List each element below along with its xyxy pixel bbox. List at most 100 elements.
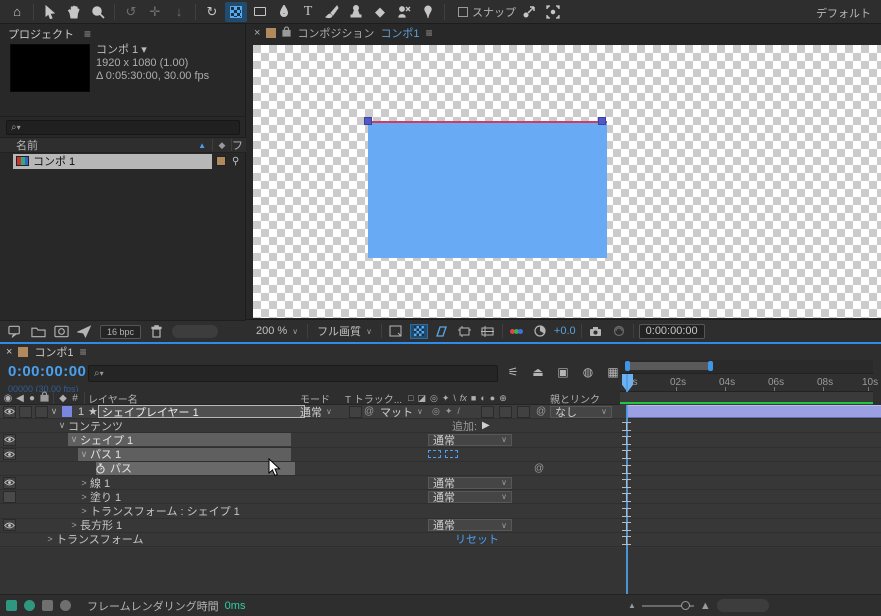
lock-column-icon[interactable]: [38, 391, 50, 405]
selection-tool-icon[interactable]: [39, 2, 61, 22]
layer-label-chip[interactable]: [62, 406, 72, 417]
eye-icon[interactable]: [3, 406, 16, 418]
twirl-closed-icon[interactable]: >: [44, 534, 56, 544]
audio-toggle[interactable]: [19, 406, 32, 418]
project-column-headers[interactable]: 名前 ▲ ◆ フ: [0, 138, 246, 153]
panel-menu-icon[interactable]: ≡: [80, 345, 87, 359]
zoom-tool-icon[interactable]: [87, 2, 109, 22]
graph-editor-icon[interactable]: ▦: [605, 365, 621, 379]
add-menu-icon[interactable]: ▶: [482, 420, 490, 431]
active-comp-name[interactable]: コンポ1: [380, 25, 419, 41]
twirl-closed-icon[interactable]: >: [68, 520, 80, 530]
composition-viewport[interactable]: [253, 45, 881, 318]
rotation-tool-icon[interactable]: ↻: [201, 2, 223, 22]
region-of-interest-icon[interactable]: [456, 324, 474, 339]
matte-pickwhip-icon[interactable]: @: [364, 406, 374, 417]
parent-pickwhip-icon[interactable]: @: [536, 406, 546, 417]
property-group-row[interactable]: > トランスフォーム リセット: [0, 533, 881, 547]
show-snapshot-icon[interactable]: [610, 324, 628, 339]
comp-info-name[interactable]: コンポ 1 ▾: [96, 44, 209, 57]
group-name[interactable]: トランスフォーム: [56, 531, 143, 547]
twirl-closed-icon[interactable]: >: [78, 492, 90, 502]
layer-row[interactable]: ∨ 1 ★ シェイプレイヤー 1 通常∨ @ マット∨ ◎✦/ @ なし∨: [0, 405, 881, 419]
roto-brush-tool-icon[interactable]: [393, 2, 415, 22]
navigator-end-handle[interactable]: [708, 361, 713, 371]
new-folder-icon[interactable]: [31, 325, 46, 338]
render-queue-icon[interactable]: [77, 325, 92, 338]
workspace-label[interactable]: デフォルト: [816, 5, 871, 21]
brush-tool-icon[interactable]: [321, 2, 343, 22]
group-blend-mode-dropdown[interactable]: 通常∨: [428, 434, 512, 446]
shape-rectangle[interactable]: [368, 121, 607, 258]
panel-menu-icon[interactable]: ≡: [426, 26, 433, 40]
frame-blending-icon[interactable]: ▣: [555, 365, 571, 379]
lock-icon[interactable]: [282, 26, 291, 40]
group-blend-mode-dropdown[interactable]: 通常∨: [428, 491, 512, 503]
timeline-tab-label[interactable]: コンポ1: [34, 344, 73, 360]
preview-timecode[interactable]: 0:00:00:00: [639, 324, 705, 339]
channel-icon[interactable]: [508, 324, 526, 339]
snapshot-icon[interactable]: [587, 324, 605, 339]
new-composition-icon[interactable]: [54, 325, 69, 338]
snap-toggle[interactable]: スナップ: [458, 4, 516, 20]
label-color-swatch[interactable]: [216, 156, 226, 166]
hand-tool-icon[interactable]: [63, 2, 85, 22]
trash-icon[interactable]: [149, 325, 164, 338]
project-item-row[interactable]: コンポ 1 ⚲: [0, 153, 246, 169]
timeline-empty-area[interactable]: [0, 548, 881, 594]
current-timecode[interactable]: 0:00:00:00: [8, 363, 86, 380]
layer-duration-bar[interactable]: [627, 405, 881, 418]
snap-checkbox[interactable]: [458, 7, 468, 17]
zoom-out-icon[interactable]: ▲: [628, 601, 636, 610]
zoom-slider-knob[interactable]: [681, 601, 690, 610]
twirl-open-icon[interactable]: ∨: [56, 420, 68, 431]
exposure-icon[interactable]: [531, 324, 549, 339]
twirl-open-icon[interactable]: ∨: [78, 449, 90, 460]
blend-mode-dropdown[interactable]: 通常∨: [300, 406, 342, 418]
clone-stamp-tool-icon[interactable]: [345, 2, 367, 22]
home-icon[interactable]: ⌂: [6, 2, 28, 22]
layer-switches[interactable]: ◎✦/: [432, 406, 460, 417]
twirl-closed-icon[interactable]: >: [78, 478, 90, 488]
group-blend-mode-dropdown[interactable]: 通常∨: [428, 477, 512, 489]
work-area-bar[interactable]: [620, 392, 873, 405]
time-navigator[interactable]: [620, 360, 873, 373]
close-icon[interactable]: ×: [254, 27, 260, 39]
bit-depth-button[interactable]: 16 bpc: [100, 325, 141, 339]
close-icon[interactable]: ×: [6, 346, 12, 358]
puppet-pin-tool-icon[interactable]: [417, 2, 439, 22]
number-column-icon[interactable]: #: [69, 393, 81, 404]
stopwatch-icon[interactable]: [96, 463, 105, 474]
composition-tab[interactable]: × コンポジション コンポ1 ≡: [246, 24, 881, 42]
timeline-tab[interactable]: × コンポ1 ≡: [0, 344, 881, 360]
type-column-header[interactable]: フ: [232, 137, 246, 153]
rectangle-tool-icon[interactable]: [249, 2, 271, 22]
label-column-icon[interactable]: ◆: [57, 393, 69, 404]
orbit-camera-tool-icon[interactable]: ↺: [120, 2, 142, 22]
switches-column-icons[interactable]: □◪ ◎✦ \fx ■◐ ●⊕: [408, 393, 507, 404]
audio-column-icon[interactable]: ◀: [14, 393, 26, 404]
camera-tool-icon[interactable]: [225, 2, 247, 22]
type-tool-icon[interactable]: T: [297, 2, 319, 22]
layer-name-field[interactable]: シェイプレイヤー 1: [98, 405, 305, 418]
project-search-input[interactable]: ⌕▾: [6, 120, 240, 135]
path-vertex-handle-right[interactable]: [598, 117, 606, 125]
panel-menu-icon[interactable]: ≡: [84, 27, 91, 41]
eraser-tool-icon[interactable]: ◆: [369, 2, 391, 22]
zoom-in-icon[interactable]: ▲: [700, 600, 711, 612]
parent-dropdown[interactable]: なし∨: [550, 406, 612, 418]
choose-grid-icon[interactable]: [387, 324, 405, 339]
navigator-start-handle[interactable]: [625, 361, 630, 371]
twirl-open-icon[interactable]: ∨: [68, 434, 80, 445]
project-item-name[interactable]: コンポ 1: [33, 153, 75, 169]
navigator-thumb[interactable]: [625, 362, 713, 370]
interpret-footage-icon[interactable]: [8, 325, 23, 338]
reset-link[interactable]: リセット: [455, 531, 499, 547]
threed-switch[interactable]: [517, 406, 530, 418]
name-column-header[interactable]: 名前: [0, 137, 198, 153]
eye-icon[interactable]: [3, 477, 16, 489]
property-pickwhip-icon[interactable]: @: [534, 463, 544, 474]
twirl-open-icon[interactable]: ∨: [48, 406, 60, 417]
transparency-grid-icon[interactable]: [410, 324, 428, 339]
timeline-zoom-control[interactable]: ▲ ▲: [628, 599, 769, 612]
